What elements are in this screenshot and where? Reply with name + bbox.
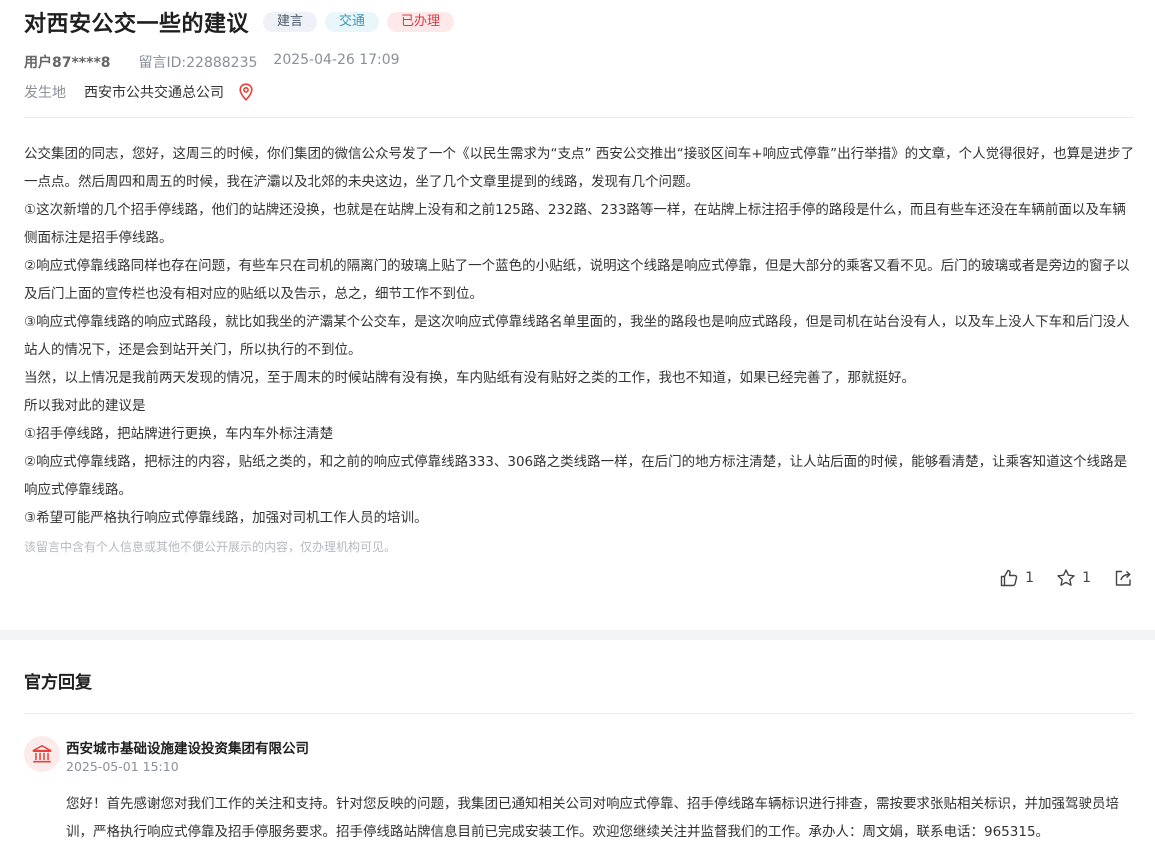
page: 对西安公交一些的建议 建言 交通 已办理 用户87****8 留言ID:2288… — [0, 0, 1155, 866]
section-separator — [0, 630, 1155, 640]
message-id: 留言ID:22888235 — [138, 55, 258, 71]
message-paragraph: ③响应式停靠线路的响应式路段，就比如我坐的浐灞某个公交车，是这次响应式停靠线路名… — [24, 314, 1130, 358]
message-paragraph: ②响应式停靠线路同样也存在问题，有些车只在司机的隔离门的玻璃上贴了一个蓝色的小贴… — [24, 258, 1130, 302]
reply-datetime: 2025-05-01 15:10 — [66, 759, 179, 774]
tag-traffic[interactable]: 交通 — [325, 12, 380, 32]
org-name: 西安城市基础设施建设投资集团有限公司 — [66, 741, 309, 757]
user-name: 用户87****8 — [24, 55, 111, 71]
official-reply-title: 官方回复 — [24, 673, 92, 693]
action-bar: 1 1 — [977, 568, 1133, 588]
title-row: 对西安公交一些的建议 建言 交通 已办理 — [24, 6, 455, 38]
page-title: 对西安公交一些的建议 — [24, 12, 250, 37]
share-icon — [1115, 570, 1131, 586]
location-value: 西安市公共交通总公司 — [84, 85, 224, 101]
message-paragraph: ②响应式停靠线路，把标注的内容，贴纸之类的，和之前的响应式停靠线路333、306… — [24, 454, 1128, 498]
message-paragraph: 公交集团的同志，您好，这周三的时候，你们集团的微信公众号发了一个《以民生需求为“… — [24, 146, 1135, 190]
message-content: 公交集团的同志，您好，这周三的时候，你们集团的微信公众号发了一个《以民生需求为“… — [24, 140, 1136, 532]
meta-row: 用户87****8 留言ID:22888235 2025-04-26 17:09 — [24, 52, 400, 72]
message-paragraph: 当然，以上情况是我前两天发现的情况，至于周末的时候站牌有没有换，车内贴纸有没有贴… — [24, 370, 915, 386]
government-building-icon — [32, 744, 52, 763]
divider — [24, 713, 1134, 714]
tag-suggestion[interactable]: 建言 — [263, 12, 318, 32]
location-row: 发生地 西安市公共交通总公司 — [24, 82, 254, 102]
share-button[interactable] — [1113, 568, 1133, 588]
favorite-count: 1 — [1082, 570, 1091, 586]
org-avatar — [24, 736, 60, 772]
reply-body: 您好！首先感谢您对我们工作的关注和支持。针对您反映的问题，我集团已通知相关公司对… — [66, 796, 1119, 840]
status-badge: 已办理 — [387, 12, 455, 32]
location-label: 发生地 — [24, 85, 66, 101]
favorite-button[interactable]: 1 — [1056, 568, 1091, 588]
like-count: 1 — [1025, 570, 1035, 586]
divider — [24, 117, 1134, 118]
star-icon — [1057, 569, 1075, 586]
location-pin-icon[interactable] — [238, 83, 254, 101]
thumbs-up-icon — [1000, 569, 1018, 587]
like-button[interactable]: 1 — [999, 568, 1034, 588]
privacy-notice: 该留言中含有个人信息或其他不便公开展示的内容，仅办理机构可见。 — [24, 540, 397, 554]
post-datetime: 2025-04-26 17:09 — [273, 52, 400, 68]
message-paragraph: ①这次新增的几个招手停线路，他们的站牌还没换，也就是在站牌上没有和之前125路、… — [24, 202, 1126, 246]
message-paragraph: ③希望可能严格执行响应式停靠线路，加强对司机工作人员的培训。 — [24, 510, 428, 526]
message-paragraph: ①招手停线路，把站牌进行更换，车内车外标注清楚 — [24, 426, 334, 442]
message-paragraph: 所以我对此的建议是 — [24, 398, 146, 414]
